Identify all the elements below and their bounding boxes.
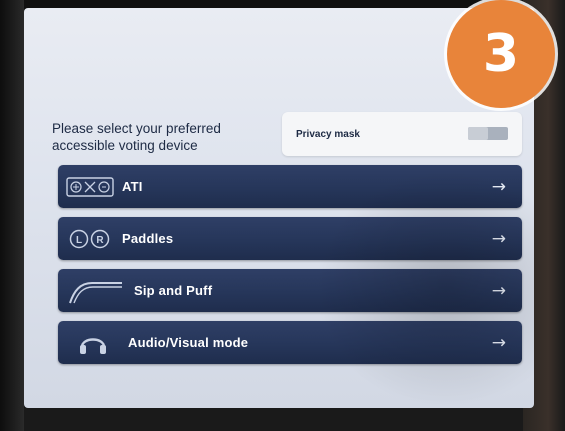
device-option-label: Paddles xyxy=(122,231,174,246)
privacy-mask-toggle[interactable]: Privacy mask xyxy=(282,112,522,156)
privacy-mask-label: Privacy mask xyxy=(296,128,360,140)
sip-puff-tube-icon xyxy=(58,277,134,305)
device-option-label: Sip and Puff xyxy=(134,283,213,298)
prompt-line-2: accessible voting device xyxy=(52,138,198,153)
device-bezel-left xyxy=(0,0,24,431)
arrow-right-icon: → xyxy=(491,332,506,353)
device-option-paddles[interactable]: L R Paddles → xyxy=(58,217,522,260)
device-option-label: Audio/Visual mode xyxy=(128,335,249,350)
device-option-audio-visual[interactable]: Audio/Visual mode → xyxy=(58,321,522,364)
arrow-right-icon: → xyxy=(491,176,506,197)
ati-keypad-icon xyxy=(58,176,122,198)
arrow-right-icon: → xyxy=(491,280,506,301)
svg-text:L: L xyxy=(76,235,82,246)
arrow-right-icon: → xyxy=(491,228,506,249)
device-option-label: ATI xyxy=(122,179,143,194)
paddles-icon: L R xyxy=(58,228,122,250)
prompt-line-1: Please select your preferred xyxy=(52,121,221,136)
step-number-badge: 3 xyxy=(447,0,555,108)
device-bezel-bottom xyxy=(24,408,523,431)
svg-text:R: R xyxy=(96,235,104,246)
privacy-mask-switch[interactable] xyxy=(468,127,508,140)
headphones-icon xyxy=(58,331,128,355)
device-selection-prompt: Please select your preferred accessible … xyxy=(52,120,292,154)
device-option-ati[interactable]: ATI → xyxy=(58,165,522,208)
device-option-sip-and-puff[interactable]: Sip and Puff → xyxy=(58,269,522,312)
